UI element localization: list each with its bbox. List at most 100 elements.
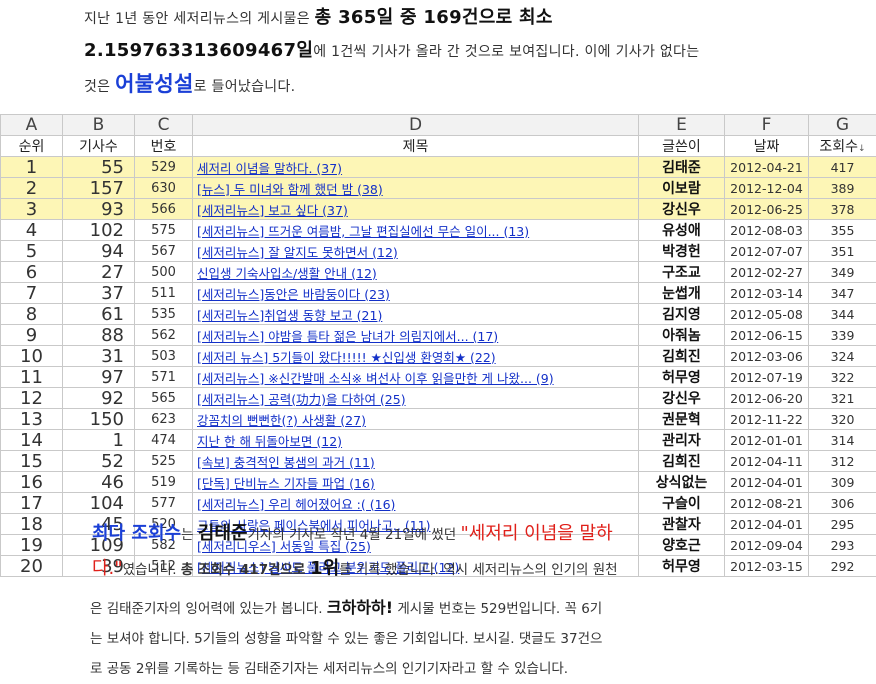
column-letter[interactable]: A <box>1 115 63 136</box>
title-link[interactable]: [세저리뉴스] 뜨거운 여름밤, 그날 편집실에선 무슨 일이... (13) <box>197 224 529 239</box>
count-cell[interactable]: 157 <box>63 178 135 199</box>
sort-arrow-icon[interactable]: ↓ <box>858 144 866 154</box>
number-cell[interactable]: 630 <box>135 178 193 199</box>
views-cell[interactable]: 389 <box>809 178 876 199</box>
views-cell[interactable]: 378 <box>809 199 876 220</box>
views-cell[interactable]: 314 <box>809 430 876 451</box>
count-cell[interactable]: 1 <box>63 430 135 451</box>
writer-cell[interactable]: 유성애 <box>639 220 725 241</box>
writer-cell[interactable]: 박경헌 <box>639 241 725 262</box>
title-link[interactable]: [속보] 충격적인 봉샘의 과거 (11) <box>197 455 375 470</box>
rank-cell[interactable]: 5 <box>1 241 63 262</box>
title-link[interactable]: [뉴스] 두 미녀와 함께 했던 밤 (38) <box>197 182 383 197</box>
title-cell[interactable]: [세저리뉴스] 공력(功力)을 다하여 (25) <box>193 388 639 409</box>
writer-cell[interactable]: 이보람 <box>639 178 725 199</box>
title-cell[interactable]: 강꼼치의 뻔뻔한(?) 사생활 (27) <box>193 409 639 430</box>
table-row[interactable]: 155529세저리 이념을 말하다. (37)김태준2012-04-21417 <box>1 157 876 178</box>
rank-cell[interactable]: 12 <box>1 388 63 409</box>
views-cell[interactable]: 339 <box>809 325 876 346</box>
count-cell[interactable]: 37 <box>63 283 135 304</box>
count-cell[interactable]: 93 <box>63 199 135 220</box>
number-cell[interactable]: 566 <box>135 199 193 220</box>
rank-cell[interactable]: 11 <box>1 367 63 388</box>
views-cell[interactable]: 349 <box>809 262 876 283</box>
column-letter[interactable]: E <box>639 115 725 136</box>
number-cell[interactable]: 535 <box>135 304 193 325</box>
rank-cell[interactable]: 18 <box>1 514 63 535</box>
column-letter[interactable]: G <box>809 115 876 136</box>
title-cell[interactable]: [세저리뉴스] 야밤을 틈타 젊은 남녀가 의림지에서... (17) <box>193 325 639 346</box>
views-cell[interactable]: 306 <box>809 493 876 514</box>
table-row[interactable]: 2157630 [뉴스] 두 미녀와 함께 했던 밤 (38) 이보람2012-12… <box>1 178 876 199</box>
writer-cell[interactable]: 김희진 <box>639 346 725 367</box>
rank-cell[interactable]: 7 <box>1 283 63 304</box>
number-cell[interactable]: 623 <box>135 409 193 430</box>
title-cell[interactable]: [세저리뉴스] 보고 싶다 (37) <box>193 199 639 220</box>
column-letter[interactable]: D <box>193 115 639 136</box>
date-cell[interactable]: 2012-01-01 <box>725 430 809 451</box>
count-cell[interactable]: 61 <box>63 304 135 325</box>
title-link[interactable]: 강꼼치의 뻔뻔한(?) 사생활 (27) <box>197 413 366 428</box>
title-link[interactable]: [세저리뉴스]취업생 동향 보고 (21) <box>197 308 382 323</box>
title-cell[interactable]: 신입생 기숙사입소/생활 안내 (12) <box>193 262 639 283</box>
views-cell[interactable]: 322 <box>809 367 876 388</box>
table-row[interactable]: 988562[세저리뉴스] 야밤을 틈타 젊은 남녀가 의림지에서... (17… <box>1 325 876 346</box>
views-cell[interactable]: 324 <box>809 346 876 367</box>
date-cell[interactable]: 2012-12-04 <box>725 178 809 199</box>
rank-cell[interactable]: 15 <box>1 451 63 472</box>
title-link[interactable]: 지난 한 해 뒤돌아보면 (12) <box>197 434 342 449</box>
writer-cell[interactable]: 구슬이 <box>639 493 725 514</box>
rank-cell[interactable]: 14 <box>1 430 63 451</box>
title-cell[interactable]: [세저리뉴스]취업생 동향 보고 (21) <box>193 304 639 325</box>
title-cell[interactable]: [세저리 뉴스] 5기들이 왔다!!!!! ★신입생 환영회★ (22) <box>193 346 639 367</box>
title-link[interactable]: 신입생 기숙사입소/생활 안내 (12) <box>197 266 377 281</box>
title-link[interactable]: [세저리뉴스] ※신간발매 소식※ 벼선사 이후 읽을만한 게 나왔... (9… <box>197 371 554 386</box>
writer-cell[interactable]: 강신우 <box>639 388 725 409</box>
date-cell[interactable]: 2012-07-07 <box>725 241 809 262</box>
table-row[interactable]: 737511 [세저리뉴스]동안은 바람둥이다 (23) 눈썹개2012-03-14… <box>1 283 876 304</box>
title-cell[interactable]: 세저리 이념을 말하다. (37) <box>193 157 639 178</box>
table-row[interactable]: 627500신입생 기숙사입소/생활 안내 (12)구조교2012-02-273… <box>1 262 876 283</box>
title-link[interactable]: [세저리뉴스] 공력(功力)을 다하여 (25) <box>197 392 406 407</box>
rank-cell[interactable]: 1 <box>1 157 63 178</box>
rank-cell[interactable]: 13 <box>1 409 63 430</box>
count-cell[interactable]: 97 <box>63 367 135 388</box>
count-cell[interactable]: 52 <box>63 451 135 472</box>
table-row[interactable]: 393566[세저리뉴스] 보고 싶다 (37)강신우2012-06-25378 <box>1 199 876 220</box>
views-cell[interactable]: 344 <box>809 304 876 325</box>
views-cell[interactable]: 309 <box>809 472 876 493</box>
title-cell[interactable]: [세저리뉴스] 잘 알지도 못하면서 (12) <box>193 241 639 262</box>
views-cell[interactable]: 312 <box>809 451 876 472</box>
rank-cell[interactable]: 17 <box>1 493 63 514</box>
number-cell[interactable]: 525 <box>135 451 193 472</box>
rank-cell[interactable]: 6 <box>1 262 63 283</box>
title-cell[interactable]: 지난 한 해 뒤돌아보면 (12) <box>193 430 639 451</box>
number-cell[interactable]: 565 <box>135 388 193 409</box>
table-row[interactable]: 17104577[세저리뉴스] 우리 헤어졌어요 :( (16)구슬이2012-… <box>1 493 876 514</box>
writer-cell[interactable]: 권문혁 <box>639 409 725 430</box>
writer-cell[interactable]: 구조교 <box>639 262 725 283</box>
title-link[interactable]: [세저리뉴스] 야밤을 틈타 젊은 남녀가 의림지에서... (17) <box>197 329 498 344</box>
rank-cell[interactable]: 2 <box>1 178 63 199</box>
date-cell[interactable]: 2012-11-22 <box>725 409 809 430</box>
rank-cell[interactable]: 8 <box>1 304 63 325</box>
number-cell[interactable]: 571 <box>135 367 193 388</box>
title-link[interactable]: [세저리뉴스] 잘 알지도 못하면서 (12) <box>197 245 398 260</box>
date-cell[interactable]: 2012-07-19 <box>725 367 809 388</box>
title-link[interactable]: [세저리뉴스]동안은 바람둥이다 (23) <box>197 287 390 302</box>
count-cell[interactable]: 94 <box>63 241 135 262</box>
number-cell[interactable]: 511 <box>135 283 193 304</box>
date-cell[interactable]: 2012-03-14 <box>725 283 809 304</box>
table-row[interactable]: 861535[세저리뉴스]취업생 동향 보고 (21)김지영2012-05-08… <box>1 304 876 325</box>
writer-cell[interactable]: 눈썹개 <box>639 283 725 304</box>
date-cell[interactable]: 2012-04-21 <box>725 157 809 178</box>
count-cell[interactable]: 88 <box>63 325 135 346</box>
count-cell[interactable]: 92 <box>63 388 135 409</box>
date-cell[interactable]: 2012-02-27 <box>725 262 809 283</box>
count-cell[interactable]: 46 <box>63 472 135 493</box>
date-cell[interactable]: 2012-04-11 <box>725 451 809 472</box>
rank-cell[interactable]: 20 <box>1 556 63 577</box>
number-cell[interactable]: 575 <box>135 220 193 241</box>
column-letter[interactable]: C <box>135 115 193 136</box>
table-row[interactable]: 141474지난 한 해 뒤돌아보면 (12)관리자2012-01-01314 <box>1 430 876 451</box>
